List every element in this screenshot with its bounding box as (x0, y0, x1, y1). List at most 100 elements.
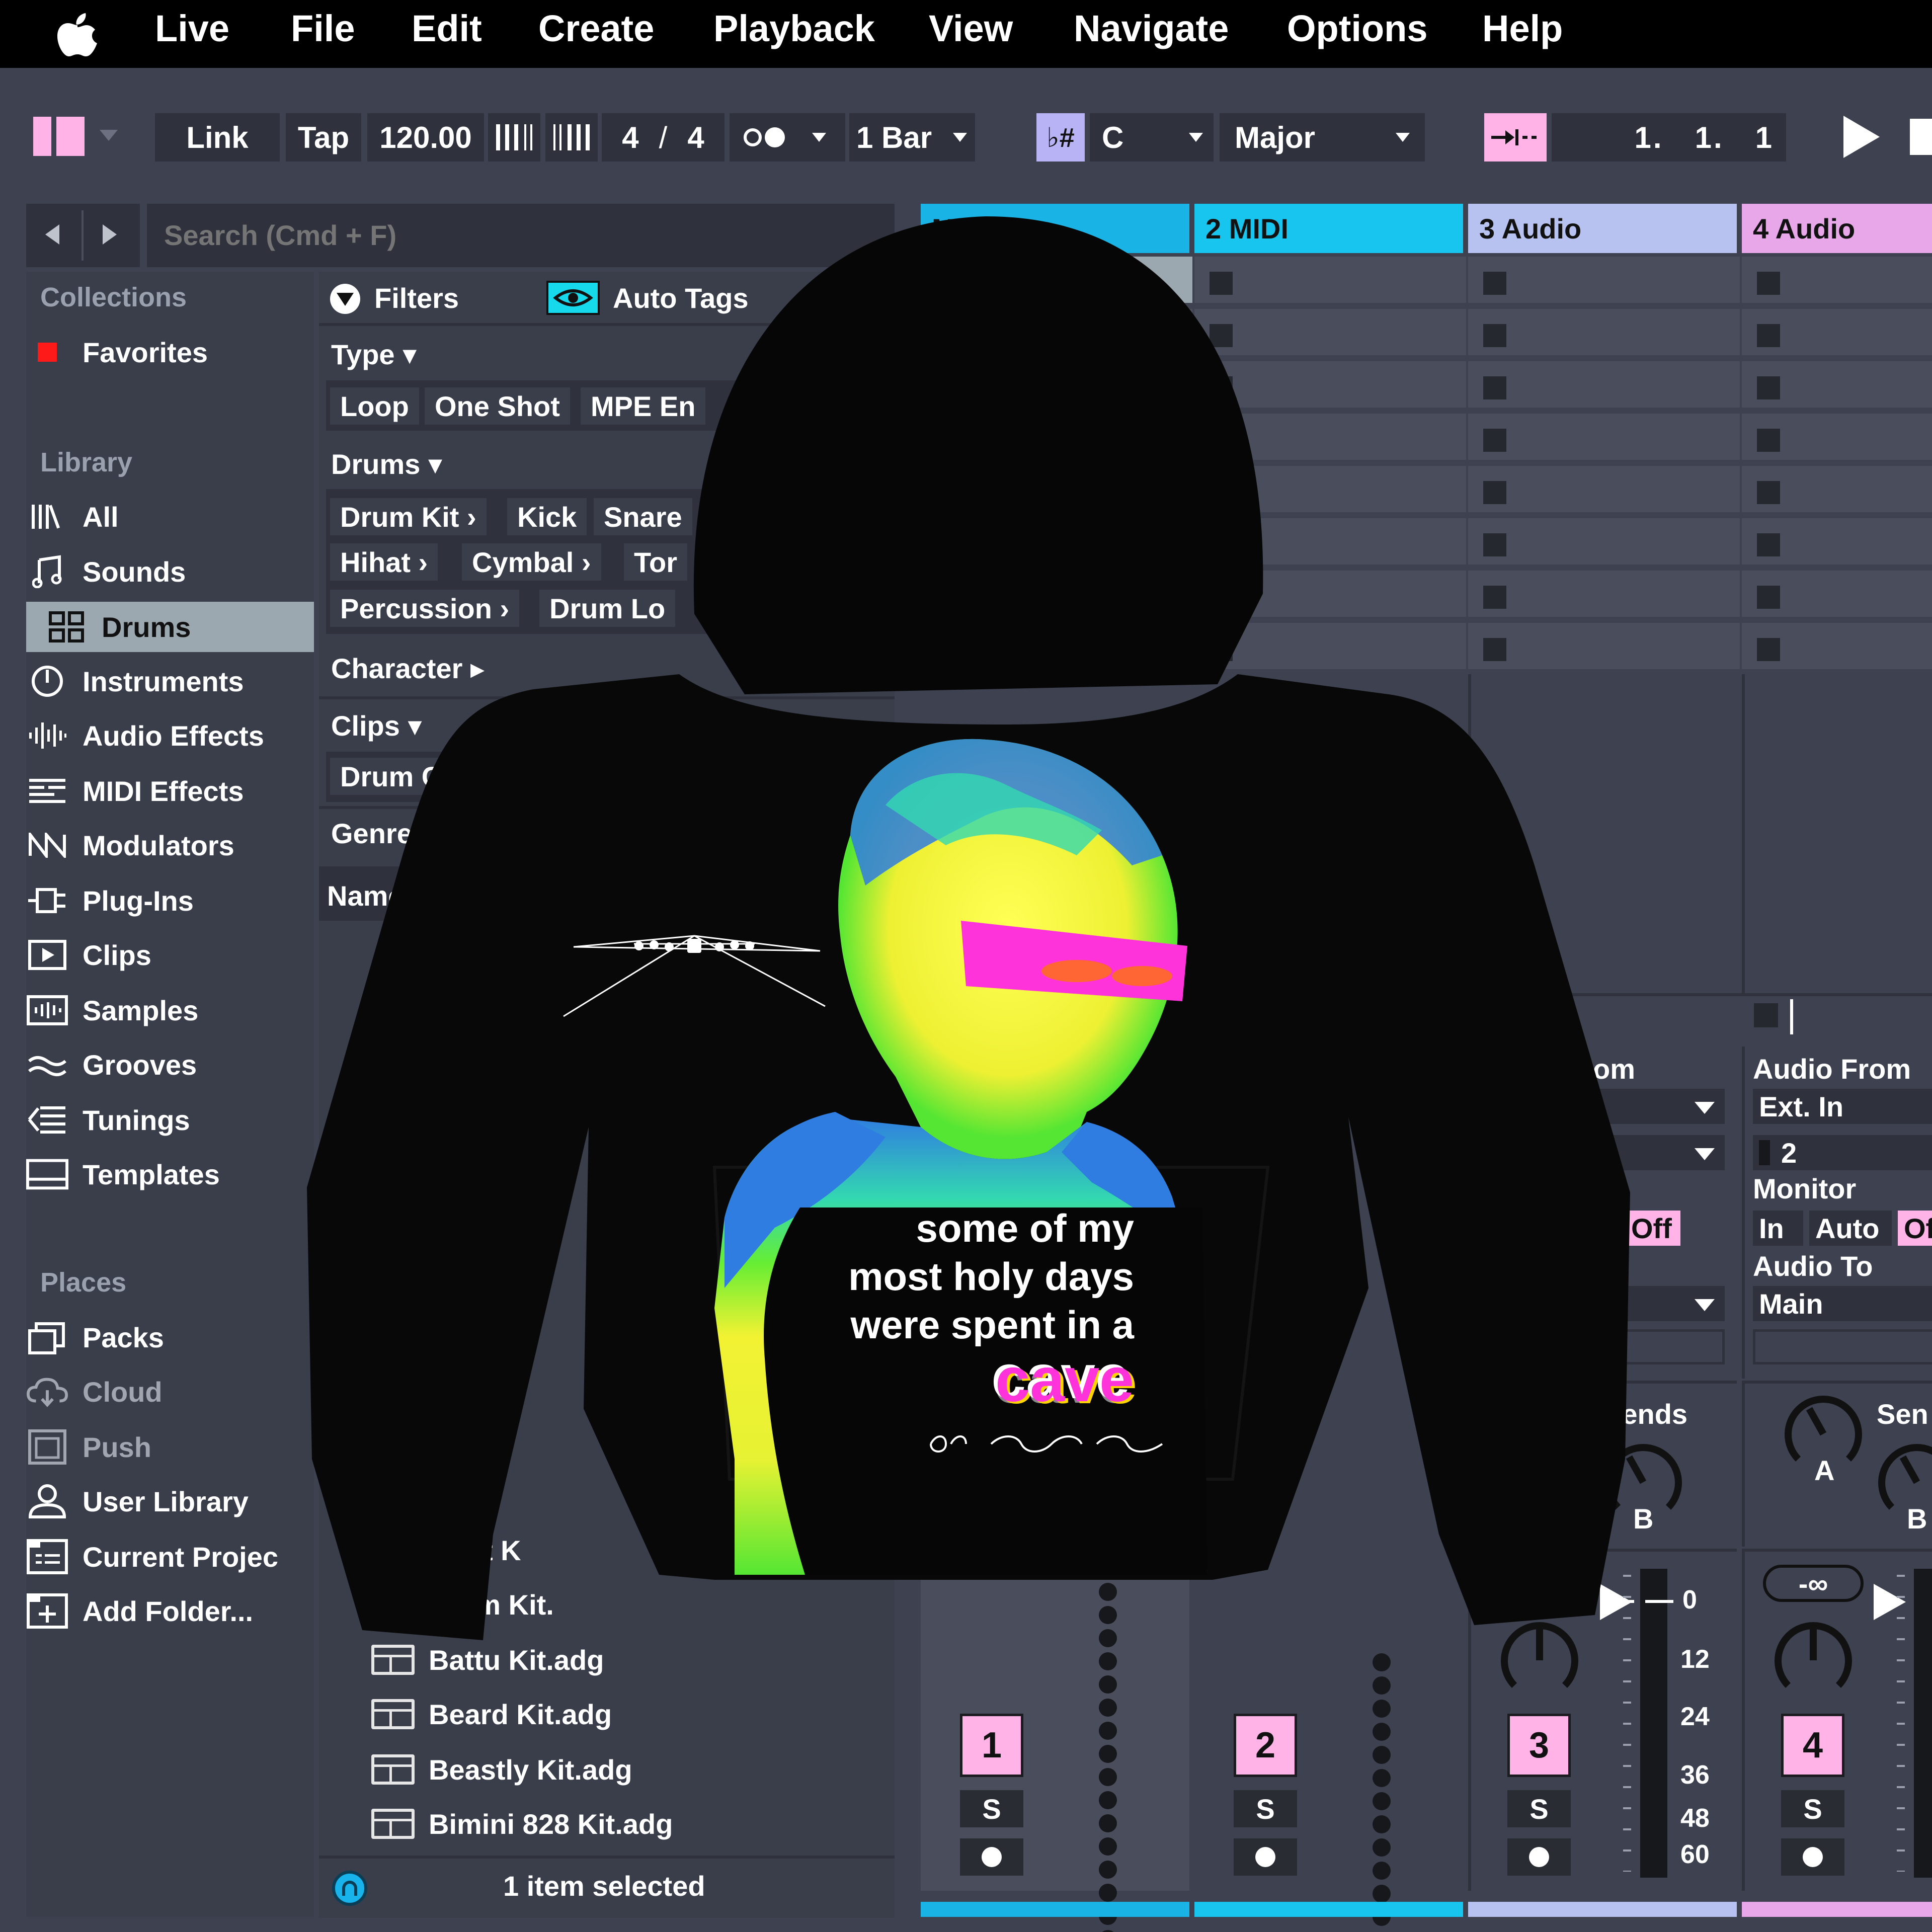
sidebar-item-packs[interactable]: Packs (26, 1312, 308, 1362)
track-activator-1[interactable]: 1 (960, 1714, 1023, 1777)
arm-clock-button-2[interactable] (1234, 1838, 1297, 1876)
list-item[interactable]: Beard Kit.adg (371, 1692, 612, 1737)
audio-to-select-3[interactable] (1550, 1286, 1725, 1321)
pan-knob-3[interactable] (1499, 1620, 1580, 1701)
key-root-select[interactable]: C (1090, 113, 1214, 162)
list-item[interactable]: Battu Kit.adg (371, 1637, 604, 1682)
drum-chip-cymbal[interactable]: Cymbal › (462, 543, 601, 581)
volume-display-4[interactable]: -∞ (1763, 1565, 1864, 1602)
audio-to-select-4[interactable]: Main (1753, 1286, 1932, 1321)
sidebar-item-templates[interactable]: Templates (26, 1149, 308, 1199)
pan-knob-4[interactable] (1773, 1620, 1854, 1701)
sidebar-item-midi-effects[interactable]: MIDI Effects (26, 766, 308, 816)
track-activator-3[interactable]: 3 (1507, 1714, 1571, 1777)
clip-slot[interactable] (1742, 361, 1932, 411)
solo-button-3[interactable]: S (1507, 1790, 1571, 1827)
sidebar-item-add-folder[interactable]: Add Folder... (26, 1586, 308, 1636)
clip-slot[interactable] (1742, 518, 1932, 568)
input-channel-select-4[interactable]: 2 (1753, 1135, 1932, 1170)
sidebar-item-tunings[interactable]: Tunings (26, 1095, 308, 1145)
clip-stop-button[interactable] (1210, 272, 1233, 295)
solo-button-1[interactable]: S (960, 1790, 1023, 1827)
preview-headphones-icon[interactable] (332, 1871, 367, 1906)
list-item[interactable]: Akus (371, 1473, 498, 1518)
menu-live[interactable]: Live (155, 7, 229, 50)
filters-toggle-icon[interactable] (330, 284, 360, 314)
chevron-down-icon[interactable] (100, 130, 118, 141)
clip-slot[interactable] (921, 571, 1192, 620)
clip-stop-button[interactable] (1757, 586, 1780, 609)
clip-stop-button[interactable] (1757, 533, 1780, 556)
clip-slot[interactable] (921, 466, 1192, 515)
type-chip-mpe[interactable]: MPE En (581, 387, 706, 425)
clip-stop-button[interactable] (1210, 324, 1233, 347)
sidebar-item-all[interactable]: All (26, 492, 308, 542)
monitor-auto-3[interactable]: o (1550, 1211, 1620, 1246)
clip-stop-button[interactable] (936, 429, 959, 452)
clip-slot[interactable] (1742, 571, 1932, 620)
clip-slot[interactable] (1742, 623, 1932, 672)
drum-chip-hihat[interactable]: Hihat › (330, 543, 438, 581)
clip-stop-button[interactable] (1757, 376, 1780, 399)
menu-view[interactable]: View (929, 7, 1013, 50)
drum-chip-kick[interactable]: Kick (507, 498, 587, 535)
drum-chip-percussion[interactable]: Percussion › (330, 590, 520, 627)
list-item[interactable]: Beastly Kit.adg (371, 1747, 632, 1792)
clip-stop-button[interactable] (1483, 638, 1506, 661)
clip-slot[interactable] (1468, 309, 1740, 358)
menu-options[interactable]: Options (1287, 7, 1428, 50)
stop-icon[interactable] (1910, 119, 1932, 155)
drum-chip-drum-loop[interactable]: Drum Lo (539, 590, 676, 627)
clip-slot[interactable] (1468, 466, 1740, 515)
list-item[interactable]: Af (371, 1419, 458, 1464)
link-button[interactable]: Link (155, 113, 280, 162)
menu-create[interactable]: Create (538, 7, 654, 50)
menu-help[interactable]: Help (1482, 7, 1563, 50)
clip-slot[interactable] (1468, 518, 1740, 568)
tap-button[interactable]: Tap (286, 113, 361, 162)
follow-button[interactable] (1484, 113, 1547, 162)
sidebar-item-sounds[interactable]: Sounds (26, 546, 308, 597)
drums-filter-header[interactable]: Drums ▾ (331, 448, 442, 481)
clip-stop-button[interactable] (1483, 533, 1506, 556)
list-item[interactable] (371, 1310, 429, 1355)
song-position[interactable]: 1. 1. 1 (1552, 113, 1786, 162)
clip-slot[interactable] (1194, 518, 1466, 568)
clip-stop-button[interactable] (1483, 376, 1506, 399)
metronome-button[interactable] (730, 113, 845, 162)
clip-slot[interactable] (1194, 571, 1466, 620)
clip-stop-button[interactable] (1210, 481, 1233, 504)
clip-stop-button[interactable] (1757, 481, 1780, 504)
list-item[interactable] (371, 1255, 429, 1300)
clip-stop-button[interactable] (1757, 324, 1780, 347)
solo-button-4[interactable]: S (1781, 1790, 1844, 1827)
clip-stop-button[interactable] (1210, 429, 1233, 452)
clip-stop-button[interactable] (1210, 533, 1233, 556)
sidebar-item-drums[interactable]: Drums (26, 602, 314, 652)
audio-from-select-3[interactable] (1550, 1089, 1725, 1124)
clip-stop-button[interactable] (1483, 481, 1506, 504)
clip-slot[interactable] (1194, 623, 1466, 672)
clip-stop-button[interactable] (1757, 429, 1780, 452)
layout-toggle-icon[interactable] (33, 117, 85, 156)
track-header-2[interactable]: 2 MIDI (1194, 204, 1463, 253)
drum-chip-drum-kit[interactable]: Drum Kit › (330, 498, 487, 535)
list-item[interactable]: Atom Kit. (371, 1582, 554, 1627)
track-activator-2[interactable]: 2 (1234, 1714, 1297, 1777)
list-item[interactable] (371, 1364, 429, 1410)
monitor-off-4[interactable]: Of (1898, 1211, 1932, 1246)
clip-slot[interactable] (1468, 623, 1740, 672)
clip-slot[interactable] (1194, 466, 1466, 515)
clip-stop-button[interactable] (1483, 324, 1506, 347)
clip-slot[interactable] (1468, 257, 1740, 306)
clip-slot[interactable] (1468, 361, 1740, 411)
solo-button-2[interactable]: S (1234, 1790, 1297, 1827)
clip-slot[interactable] (1742, 466, 1932, 515)
sidebar-item-push[interactable]: Push (26, 1422, 308, 1472)
input-channel-select-3[interactable] (1550, 1135, 1725, 1170)
sidebar-item-audio-effects[interactable]: Audio Effects (26, 710, 308, 761)
stop-clip-button-4[interactable] (1754, 1003, 1778, 1027)
clip-stop-button[interactable] (1757, 272, 1780, 295)
clip-slot[interactable] (1468, 414, 1740, 463)
sidebar-item-current-project[interactable]: Current Projec (26, 1532, 308, 1582)
